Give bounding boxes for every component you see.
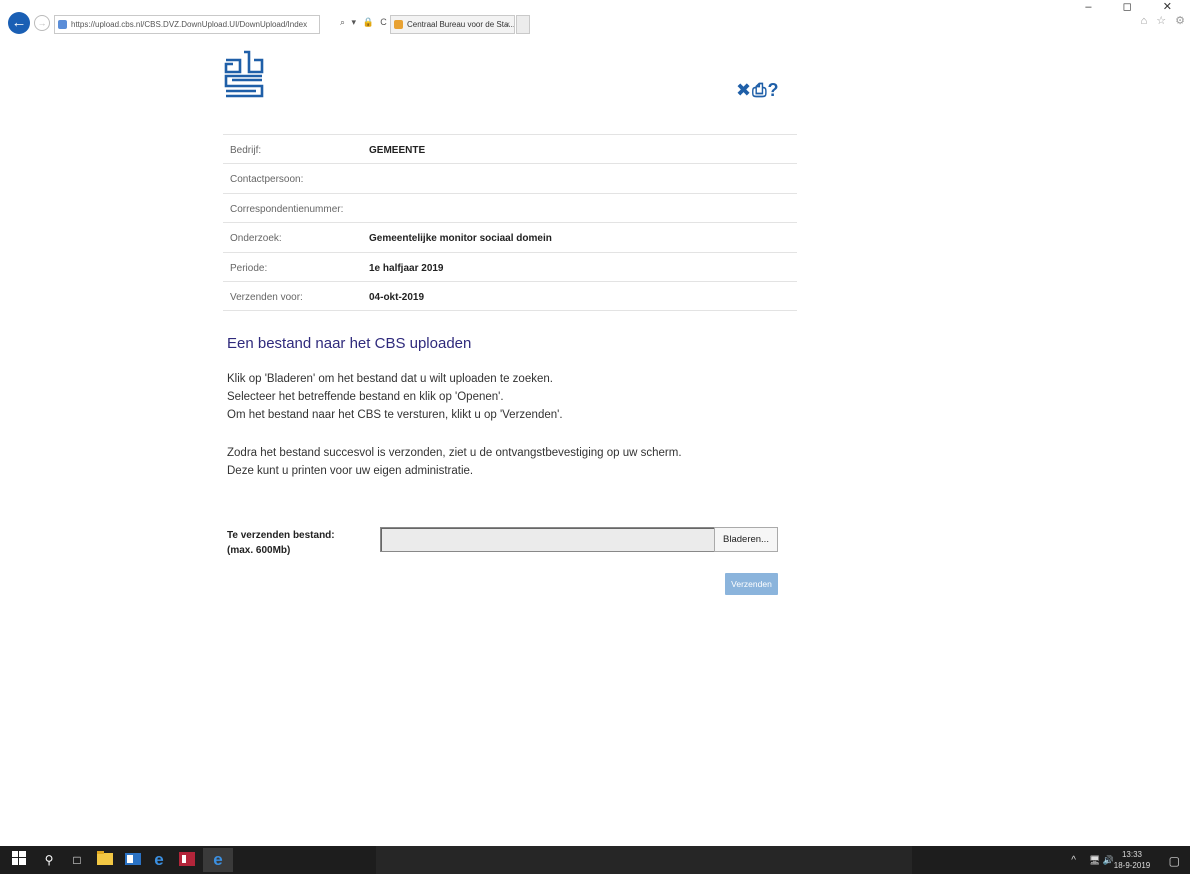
close-icon[interactable]: ✖ <box>736 80 752 100</box>
search-icon[interactable]: ⚲ <box>40 851 58 869</box>
clock-date: 18-9-2019 <box>1113 861 1151 870</box>
upload-label-title: Te verzenden bestand: <box>227 530 335 541</box>
instruction-line: Selecteer het betreffende bestand en kli… <box>227 391 504 403</box>
row-value: 1e halfjaar 2019 <box>369 262 444 274</box>
browser-chrome: ← → https://upload.cbs.nl/CBS.DVZ.DownUp… <box>0 0 1190 40</box>
edge-browser-icon[interactable]: e <box>150 851 168 869</box>
clock[interactable]: 13:33 18-9-2019 <box>1112 849 1152 871</box>
row-label: Bedrijf: <box>230 145 262 156</box>
table-row: Bedrijf: GEMEENTE <box>223 135 797 165</box>
task-view-icon[interactable]: □ <box>68 851 86 869</box>
tab-title: Centraal Bureau voor de Sta... <box>407 20 515 29</box>
windows-start-icon[interactable] <box>10 851 28 869</box>
tab-favicon-icon <box>394 20 403 29</box>
help-icon[interactable]: ? <box>768 80 780 100</box>
instruction-line: Zodra het bestand succesvol is verzonden… <box>227 447 682 459</box>
table-row: Periode: 1e halfjaar 2019 <box>223 253 797 282</box>
table-row: Contactpersoon: <box>223 164 797 194</box>
internet-explorer-icon[interactable]: e <box>203 848 233 872</box>
back-arrow-icon[interactable]: ← <box>8 12 30 34</box>
info-table: Bedrijf: GEMEENTE Contactpersoon: Corres… <box>223 134 797 312</box>
taskbar-empty-area <box>376 846 912 874</box>
row-label: Verzenden voor: <box>230 291 303 303</box>
upload-label-limit: (max. 600Mb) <box>227 545 291 556</box>
clock-time: 13:33 <box>1121 850 1143 859</box>
taskbar: ⚲ □ e e ^ 🖥 🔊 13:33 18-9-2019 ▢ <box>0 846 1190 874</box>
chevron-up-icon[interactable]: ^ <box>1071 855 1076 866</box>
notification-icon[interactable]: ▢ <box>1169 854 1180 868</box>
send-button[interactable]: Verzenden <box>725 573 778 595</box>
row-label: Periode: <box>230 262 268 274</box>
table-row: Correspondentienummer: <box>223 194 797 224</box>
upload-label: Te verzenden bestand: (max. 600Mb) <box>227 528 335 558</box>
window-controls[interactable]: – ◻ ✕ <box>1085 0 1186 13</box>
instruction-line: Klik op 'Bladeren' om het bestand dat u … <box>227 373 553 385</box>
section-title: Een bestand naar het CBS uploaden <box>227 335 472 352</box>
browser-tab[interactable]: Centraal Bureau voor de Sta... × <box>390 15 515 34</box>
row-label: Contactpersoon: <box>230 174 304 186</box>
address-tools[interactable]: ⌕ ▾ 🔒 C <box>340 17 389 28</box>
row-value: Gemeentelijke monitor sociaal domein <box>369 233 552 245</box>
address-url: https://upload.cbs.nl/CBS.DVZ.DownUpload… <box>71 20 308 29</box>
cbs-logo <box>224 50 264 98</box>
access-icon[interactable] <box>178 851 196 869</box>
row-value: GEMEENTE <box>369 145 426 156</box>
file-explorer-icon[interactable] <box>96 851 114 869</box>
new-tab-button[interactable] <box>516 15 530 34</box>
outlook-icon[interactable] <box>124 851 142 869</box>
row-value: 04-okt-2019 <box>369 291 425 303</box>
row-label: Correspondentienummer: <box>230 203 344 215</box>
page-tools: ✖⎙? <box>736 80 780 101</box>
table-row: Onderzoek: Gemeentelijke monitor sociaal… <box>223 223 797 253</box>
instruction-line: Om het bestand naar het CBS te versturen… <box>227 409 563 421</box>
tray-status-icons[interactable]: 🖥 🔊 <box>1089 855 1114 866</box>
instruction-line: Deze kunt u printen voor uw eigen admini… <box>227 465 474 477</box>
site-favicon-icon <box>58 20 67 29</box>
print-icon[interactable]: ⎙ <box>752 80 767 100</box>
row-label: Onderzoek: <box>230 233 282 245</box>
browser-toolbar-icons[interactable]: ⌂ ☆ ⚙ <box>1141 14 1188 27</box>
tab-close-icon[interactable]: × <box>505 16 510 33</box>
instructions: Klik op 'Bladeren' om het bestand dat u … <box>227 370 682 480</box>
address-bar[interactable]: https://upload.cbs.nl/CBS.DVZ.DownUpload… <box>54 15 320 34</box>
forward-arrow-icon[interactable]: → <box>34 15 50 31</box>
file-path-input[interactable] <box>380 527 714 552</box>
browse-button[interactable]: Bladeren... <box>714 527 778 552</box>
table-row: Verzenden voor: 04-okt-2019 <box>223 282 797 312</box>
